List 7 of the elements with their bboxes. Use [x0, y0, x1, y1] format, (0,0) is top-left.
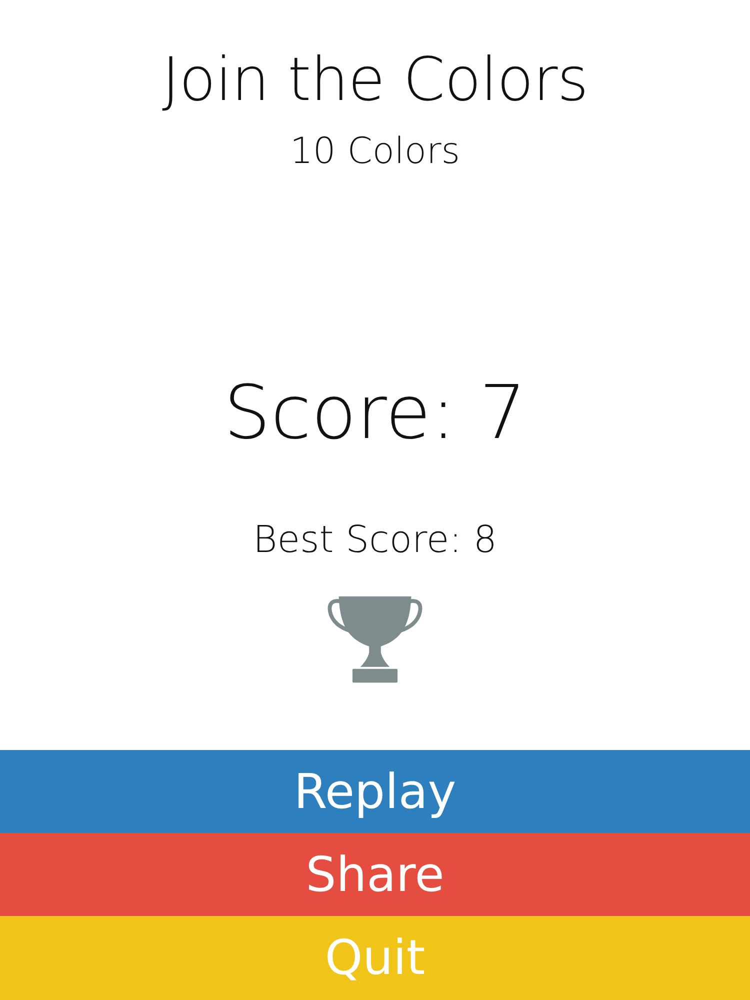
color-count: 10 Colors — [290, 130, 460, 174]
score-text: Score: 7 — [224, 369, 526, 458]
best-score-text: Best Score: 8 — [253, 518, 497, 562]
menu-button[interactable]: Share — [0, 833, 750, 916]
menu-button[interactable]: Replay — [0, 750, 750, 833]
trophy-icon — [327, 595, 423, 684]
game-title: Join the Colors — [162, 44, 588, 116]
